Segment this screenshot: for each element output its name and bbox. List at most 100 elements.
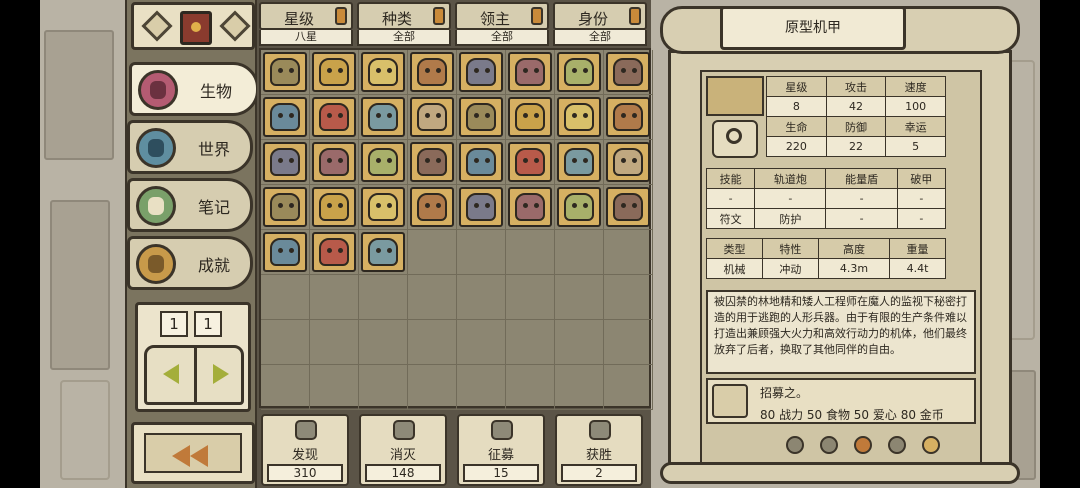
- grid-slot[interactable]: [359, 50, 408, 95]
- grid-slot[interactable]: [506, 140, 555, 185]
- grid-slot[interactable]: [604, 140, 653, 185]
- filter-species[interactable]: 种类 全部: [357, 2, 451, 46]
- back-button[interactable]: [131, 422, 255, 484]
- lock-icon[interactable]: [922, 436, 940, 454]
- creature-card[interactable]: [361, 187, 405, 227]
- filter-lord[interactable]: 领主 全部: [455, 2, 549, 46]
- grid-slot[interactable]: [310, 185, 359, 230]
- grid-slot[interactable]: [359, 230, 408, 275]
- grid-slot[interactable]: [408, 185, 457, 230]
- grid-slot[interactable]: [261, 185, 310, 230]
- creature-card[interactable]: [557, 187, 601, 227]
- creature-card[interactable]: [606, 97, 650, 137]
- creature-card[interactable]: [410, 97, 454, 137]
- nav-item-creatures[interactable]: 生物: [129, 62, 259, 116]
- creature-card[interactable]: [312, 97, 356, 137]
- creature-card[interactable]: [606, 52, 650, 92]
- grid-slot: [408, 275, 457, 320]
- grid-slot[interactable]: [310, 140, 359, 185]
- creature-portrait-icon: [319, 193, 349, 221]
- filter-star[interactable]: 星级 八星: [259, 2, 353, 46]
- grid-slot[interactable]: [604, 95, 653, 140]
- creature-card[interactable]: [312, 142, 356, 182]
- eye-dot: [327, 68, 332, 73]
- grid-slot[interactable]: [555, 50, 604, 95]
- creature-card[interactable]: [410, 142, 454, 182]
- attr-header: 生命: [766, 116, 827, 137]
- rune-value: 防护: [754, 208, 827, 229]
- creature-card[interactable]: [606, 187, 650, 227]
- trait-icon[interactable]: [854, 436, 872, 454]
- prev-page-arrow[interactable]: [163, 364, 179, 384]
- grid-slot[interactable]: [506, 185, 555, 230]
- grid-slot[interactable]: [359, 95, 408, 140]
- grid-slot[interactable]: [359, 185, 408, 230]
- filter-identity[interactable]: 身份 全部: [553, 2, 647, 46]
- creature-card[interactable]: [361, 97, 405, 137]
- creature-icon: [138, 70, 178, 110]
- grid-slot[interactable]: [555, 95, 604, 140]
- next-page-arrow[interactable]: [213, 364, 229, 384]
- creature-card[interactable]: [459, 97, 503, 137]
- grid-slot[interactable]: [604, 50, 653, 95]
- creature-card[interactable]: [263, 232, 307, 272]
- grid-slot[interactable]: [457, 185, 506, 230]
- creature-card[interactable]: [459, 187, 503, 227]
- creature-card[interactable]: [410, 52, 454, 92]
- grid-slot[interactable]: [408, 50, 457, 95]
- trait-icon[interactable]: [820, 436, 838, 454]
- creature-card[interactable]: [557, 97, 601, 137]
- creature-card[interactable]: [508, 142, 552, 182]
- grid-slot[interactable]: [359, 140, 408, 185]
- grid-slot[interactable]: [310, 95, 359, 140]
- nav-item-achievements[interactable]: 成就: [127, 236, 253, 290]
- grid-slot[interactable]: [555, 140, 604, 185]
- creature-card[interactable]: [263, 142, 307, 182]
- creature-card[interactable]: [459, 142, 503, 182]
- grid-slot[interactable]: [261, 140, 310, 185]
- creature-card[interactable]: [557, 52, 601, 92]
- grid-slot[interactable]: [604, 185, 653, 230]
- creature-card[interactable]: [361, 142, 405, 182]
- creature-card[interactable]: [312, 232, 356, 272]
- creature-card[interactable]: [508, 187, 552, 227]
- grid-slot[interactable]: [506, 50, 555, 95]
- grid-slot[interactable]: [310, 230, 359, 275]
- grid-slot[interactable]: [408, 95, 457, 140]
- recruit-panel[interactable]: 招募之。 80 战力 50 食物 50 爱心 80 金币: [706, 378, 976, 424]
- game-view: 生物 世界 笔记 成就 1 1 星级 八星 种类 全部 领主 全部 身份 全部 …: [40, 0, 1040, 488]
- creature-card[interactable]: [263, 52, 307, 92]
- creature-card[interactable]: [263, 97, 307, 137]
- creature-card[interactable]: [557, 142, 601, 182]
- grid-slot[interactable]: [506, 95, 555, 140]
- nav-item-world[interactable]: 世界: [127, 120, 253, 174]
- grid-slot: [604, 365, 653, 410]
- attr-header: 星级: [766, 76, 827, 97]
- grid-slot[interactable]: [310, 50, 359, 95]
- grid-slot[interactable]: [261, 50, 310, 95]
- grid-slot[interactable]: [261, 230, 310, 275]
- grid-slot[interactable]: [457, 50, 506, 95]
- creature-card[interactable]: [361, 232, 405, 272]
- creature-card[interactable]: [410, 187, 454, 227]
- grid-slot[interactable]: [408, 140, 457, 185]
- eye-dot: [436, 203, 441, 208]
- creature-card[interactable]: [312, 52, 356, 92]
- grid-slot[interactable]: [261, 95, 310, 140]
- creature-card[interactable]: [508, 52, 552, 92]
- grid-slot[interactable]: [457, 95, 506, 140]
- creature-card[interactable]: [508, 97, 552, 137]
- creature-card[interactable]: [312, 187, 356, 227]
- creature-card[interactable]: [263, 187, 307, 227]
- creature-card[interactable]: [606, 142, 650, 182]
- codex-book-button[interactable]: [131, 2, 255, 50]
- inspect-button[interactable]: [712, 120, 758, 158]
- grid-slot[interactable]: [457, 140, 506, 185]
- creature-card[interactable]: [459, 52, 503, 92]
- nav-item-notes[interactable]: 笔记: [127, 178, 253, 232]
- trait-icon[interactable]: [786, 436, 804, 454]
- creature-portrait-icon: [368, 148, 398, 176]
- creature-card[interactable]: [361, 52, 405, 92]
- grid-slot[interactable]: [555, 185, 604, 230]
- trait-icon[interactable]: [888, 436, 906, 454]
